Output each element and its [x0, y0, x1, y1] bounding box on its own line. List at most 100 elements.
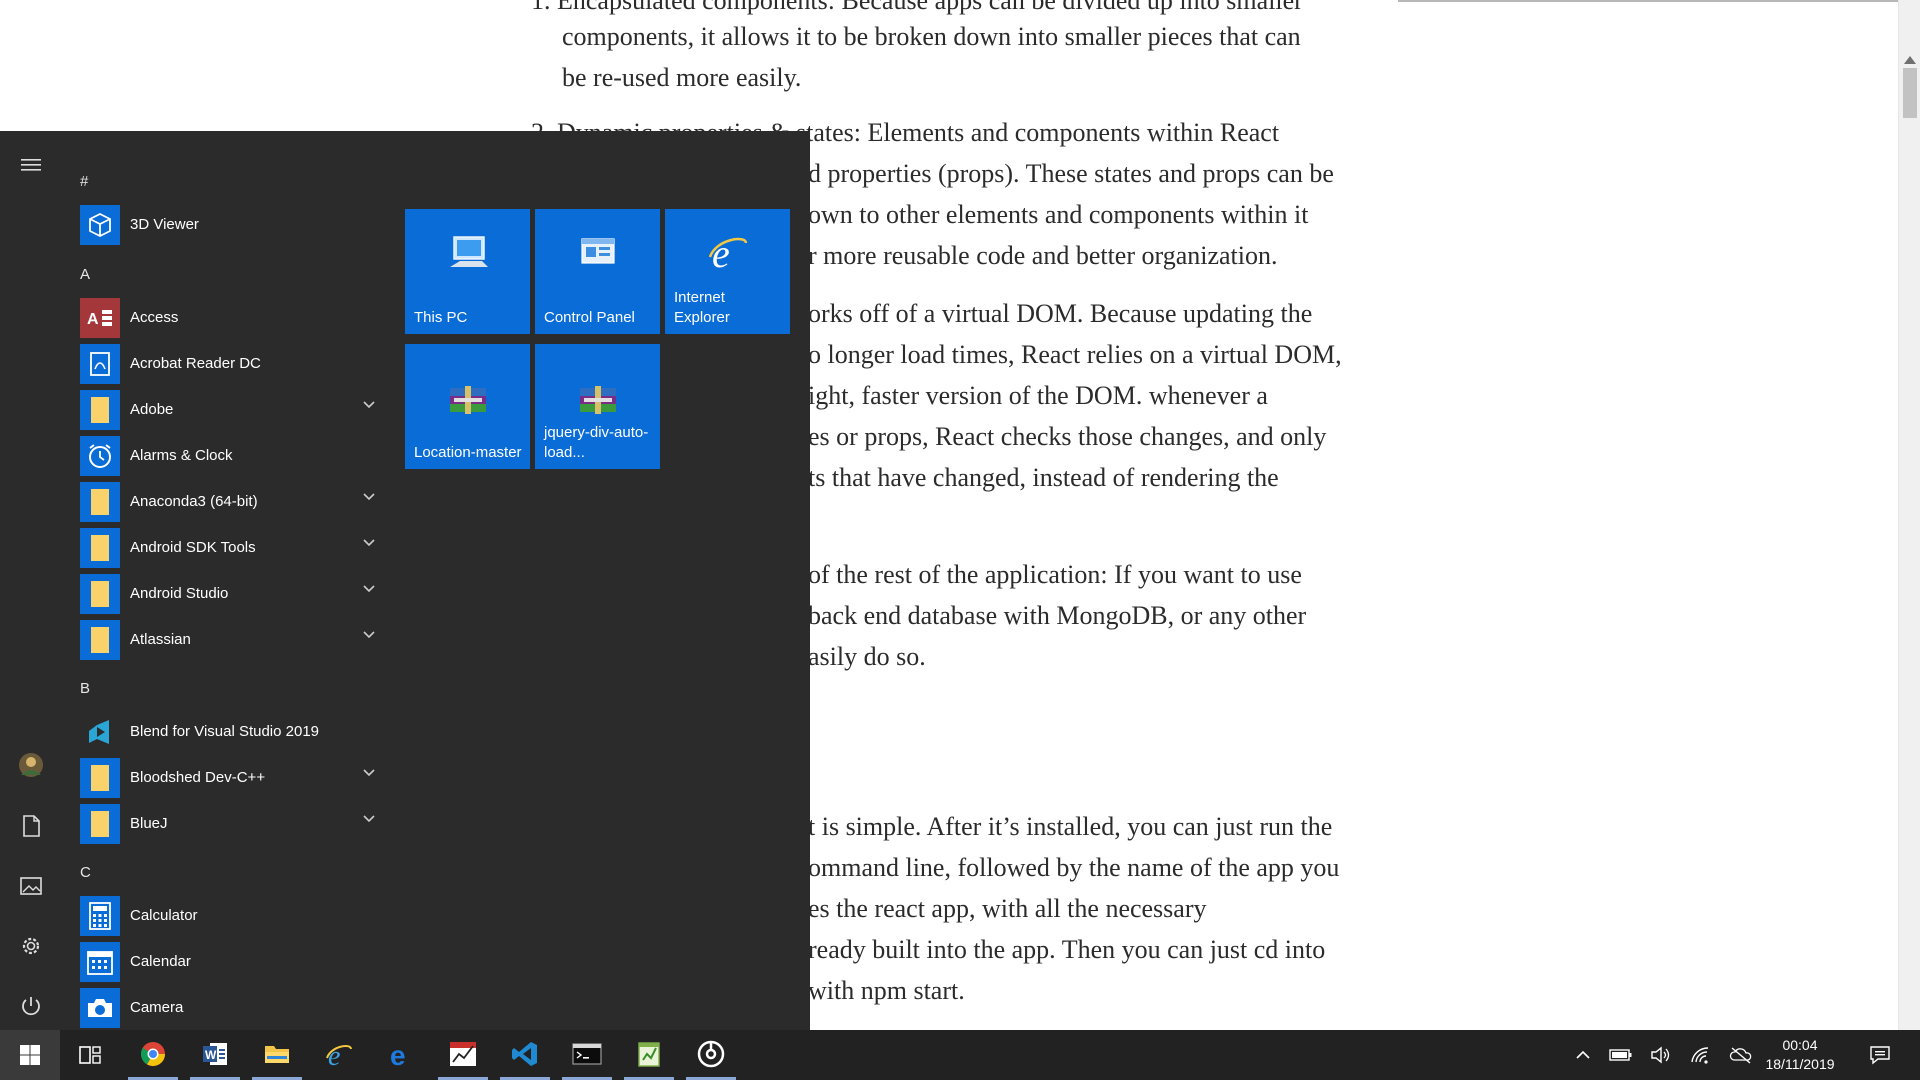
article-line: es the react app, with all the necessary — [808, 894, 1207, 923]
calculator-icon — [80, 896, 120, 936]
tile-internet-explorer[interactable]: e Internet Explorer — [665, 209, 790, 334]
folder-icon — [80, 528, 120, 568]
app-calendar[interactable]: Calendar — [62, 938, 392, 984]
app-3d-viewer[interactable]: 3D Viewer — [62, 201, 392, 247]
group-letter[interactable]: C — [80, 864, 91, 881]
scroll-thumb[interactable] — [1903, 68, 1917, 118]
chrome-icon[interactable] — [128, 1030, 178, 1080]
task-view-icon[interactable] — [62, 1030, 118, 1080]
power-icon[interactable] — [0, 978, 62, 1034]
article-line: ommand line, followed by the name of the… — [808, 853, 1340, 882]
app-name: Camera — [130, 998, 184, 1016]
documents-icon[interactable] — [0, 798, 62, 854]
pictures-icon[interactable] — [0, 858, 62, 914]
chevron-down-icon[interactable] — [362, 630, 376, 640]
edge-icon[interactable]: e — [376, 1030, 426, 1080]
chevron-down-icon[interactable] — [362, 538, 376, 548]
terminal-icon[interactable] — [562, 1030, 612, 1080]
action-center-icon[interactable] — [1860, 1030, 1900, 1080]
article-line: of the rest of the application: If you w… — [808, 560, 1302, 589]
app-folder-adobe[interactable]: Adobe — [62, 386, 392, 432]
app-acrobat-reader[interactable]: Acrobat Reader DC — [62, 340, 392, 386]
chevron-down-icon[interactable] — [362, 584, 376, 594]
article-line: es or props, React checks those changes,… — [808, 422, 1327, 451]
app-name: Acrobat Reader DC — [130, 354, 261, 372]
clock-date: 18/11/2019 — [1765, 1056, 1835, 1072]
svg-text:e: e — [328, 1041, 340, 1070]
volume-icon[interactable] — [1644, 1030, 1678, 1080]
onedrive-offline-icon[interactable] — [1724, 1030, 1758, 1080]
chevron-down-icon[interactable] — [362, 492, 376, 502]
tile-label: Location-master — [414, 444, 522, 461]
tile-label: Internet Explorer — [674, 289, 730, 326]
svg-text:A: A — [87, 311, 99, 328]
app-name: Anaconda3 (64-bit) — [130, 492, 258, 510]
access-icon: A — [80, 298, 120, 338]
tile-location-master[interactable]: Location-master — [405, 344, 530, 469]
app-folder-android-studio[interactable]: Android Studio — [62, 570, 392, 616]
group-letter[interactable]: B — [80, 680, 90, 697]
svg-text:W: W — [205, 1048, 217, 1062]
cube-icon — [80, 205, 120, 245]
windows-start-icon[interactable] — [0, 1030, 60, 1080]
chart-app-icon[interactable] — [438, 1030, 488, 1080]
article-line: o longer load times, React relies on a v… — [808, 340, 1342, 369]
tile-label: jquery-div-auto-load... — [544, 424, 649, 461]
internet-explorer-icon: e — [665, 231, 790, 275]
scroll-up-arrow[interactable] — [1904, 56, 1916, 64]
app-folder-android-sdk[interactable]: Android SDK Tools — [62, 524, 392, 570]
group-letter[interactable]: # — [80, 173, 88, 190]
internet-explorer-icon[interactable]: e — [314, 1030, 364, 1080]
computer-icon — [405, 231, 530, 275]
file-explorer-icon[interactable] — [252, 1030, 302, 1080]
app-blend[interactable]: Blend for Visual Studio 2019 — [62, 708, 392, 754]
clock-time: 00:04 — [1782, 1037, 1818, 1053]
article-line: with npm start. — [808, 976, 965, 1005]
chevron-up-icon[interactable] — [1568, 1030, 1598, 1080]
app-access[interactable]: A Access — [62, 294, 392, 340]
app-name: Blend for Visual Studio 2019 — [130, 722, 320, 740]
tile-jquery-div-auto-load[interactable]: jquery-div-auto-load... — [535, 344, 660, 469]
groove-music-icon[interactable] — [686, 1030, 736, 1080]
chevron-down-icon[interactable] — [362, 768, 376, 778]
app-folder-bluej[interactable]: BlueJ — [62, 800, 392, 846]
article-line: back end database with MongoDB, or any o… — [808, 601, 1307, 630]
clock-icon — [80, 436, 120, 476]
user-avatar[interactable] — [0, 737, 62, 793]
settings-icon[interactable] — [0, 918, 62, 974]
app-calculator[interactable]: Calculator — [62, 892, 392, 938]
chevron-down-icon[interactable] — [362, 814, 376, 824]
tile-this-pc[interactable]: This PC — [405, 209, 530, 334]
calendar-icon — [80, 942, 120, 982]
app-name: Bloodshed Dev-C++ — [130, 768, 266, 786]
notepad-plus-icon[interactable] — [624, 1030, 674, 1080]
folder-icon — [80, 482, 120, 522]
group-letter[interactable]: A — [80, 266, 90, 283]
chevron-down-icon[interactable] — [362, 400, 376, 410]
folder-icon — [80, 804, 120, 844]
article-line: be re-used more easily. — [562, 63, 802, 92]
app-folder-atlassian[interactable]: Atlassian — [62, 616, 392, 662]
hamburger-icon[interactable] — [0, 137, 62, 193]
folder-icon — [80, 758, 120, 798]
app-alarms-clock[interactable]: Alarms & Clock — [62, 432, 392, 478]
battery-icon[interactable] — [1604, 1030, 1638, 1080]
tile-label: This PC — [414, 309, 468, 326]
article-line: ts that have changed, instead of renderi… — [808, 463, 1279, 492]
article-line: r more reusable code and better organiza… — [808, 241, 1278, 270]
wifi-icon[interactable] — [1684, 1030, 1718, 1080]
word-icon[interactable]: W — [190, 1030, 240, 1080]
vertical-scrollbar[interactable] — [1898, 0, 1920, 1030]
article-line: asily do so. — [808, 642, 926, 671]
app-camera[interactable]: Camera — [62, 984, 392, 1030]
app-list: # 3D Viewer A A Access Acrobat Reader DC — [62, 131, 392, 1030]
clock[interactable]: 00:04 18/11/2019 — [1760, 1036, 1840, 1074]
article-line: 1. Encapsulated components: Because apps… — [531, 0, 1303, 15]
folder-icon — [80, 620, 120, 660]
app-folder-bloodshed[interactable]: Bloodshed Dev-C++ — [62, 754, 392, 800]
article-line: own to other elements and components wit… — [808, 200, 1309, 229]
article-line: t is simple. After it’s installed, you c… — [808, 812, 1333, 841]
vscode-icon[interactable] — [500, 1030, 550, 1080]
tile-control-panel[interactable]: Control Panel — [535, 209, 660, 334]
app-folder-anaconda[interactable]: Anaconda3 (64-bit) — [62, 478, 392, 524]
